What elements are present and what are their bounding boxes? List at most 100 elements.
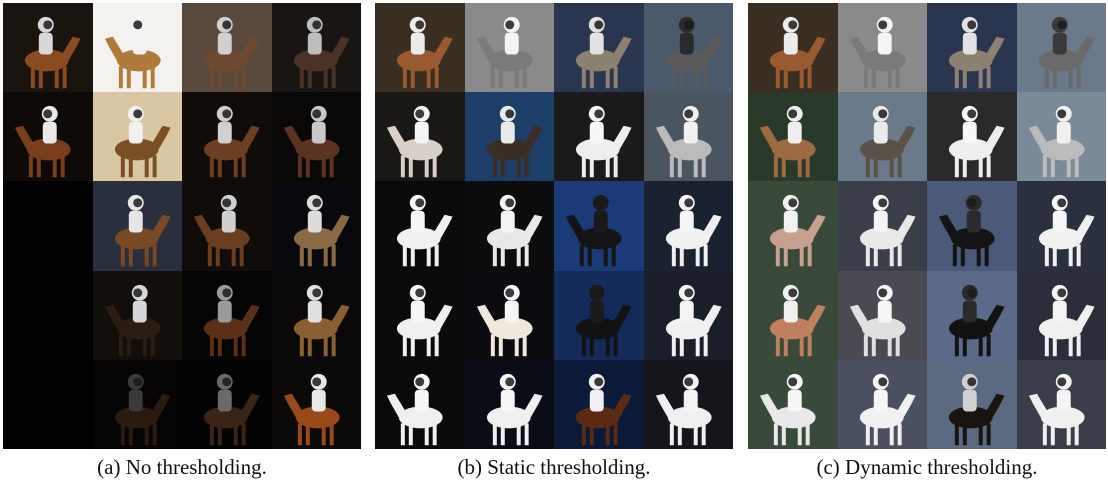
horse-leg [589, 66, 594, 89]
horse-leg [863, 66, 868, 89]
astronaut-torso [683, 121, 698, 144]
horse-leg [426, 66, 431, 89]
horse-leg [241, 66, 246, 89]
horse-head [14, 393, 35, 418]
helmet-visor [1056, 198, 1066, 208]
horse-leg [1052, 244, 1057, 267]
astronaut-riding-horse-image [104, 284, 161, 356]
horse-leg [693, 423, 698, 446]
helmet-visor [415, 20, 425, 30]
helmet-visor [967, 287, 977, 297]
helmet-visor [222, 109, 232, 119]
horse-head [895, 215, 916, 239]
horse-leg [671, 244, 676, 267]
horse-leg [217, 155, 222, 178]
astronaut-riding-horse-image [24, 195, 81, 267]
horse-leg [613, 66, 618, 89]
horse-leg [329, 155, 334, 178]
astronaut-torso [877, 300, 892, 323]
image-thumbnail [643, 181, 733, 271]
horse-leg [703, 66, 708, 89]
astronaut-torso [787, 389, 802, 412]
image-thumbnail [927, 270, 1017, 360]
horse-head [329, 304, 350, 329]
horse-leg [581, 423, 586, 446]
horse-leg [492, 244, 497, 267]
horse-leg [209, 423, 214, 446]
horse-head [239, 304, 260, 329]
horse-leg [424, 423, 429, 446]
horse-leg [299, 66, 304, 89]
helmet-visor [311, 377, 321, 387]
astronaut-riding-horse-image [114, 195, 171, 267]
horse-leg [424, 155, 429, 178]
horse-leg [695, 334, 700, 356]
astronaut-torso [1056, 121, 1071, 144]
image-thumbnail [643, 92, 733, 182]
horse-head [759, 393, 780, 418]
horse-leg [865, 155, 870, 178]
horse-leg [120, 155, 125, 178]
image-thumbnail [748, 270, 838, 360]
horse-leg [126, 66, 131, 89]
horse-leg [400, 155, 405, 178]
horse-leg [954, 155, 959, 178]
helmet-visor [967, 20, 977, 30]
horse-head [522, 393, 543, 418]
image-thumbnail [464, 359, 554, 449]
horse-leg [807, 244, 812, 267]
image-thumbnail [1016, 3, 1106, 93]
astronaut-riding-horse-image [486, 106, 543, 178]
horse-head [329, 36, 350, 61]
horse-head [1028, 393, 1049, 418]
horse-leg [62, 244, 67, 267]
helmet-visor [877, 198, 887, 208]
astronaut-torso [217, 389, 232, 412]
image-thumbnail [271, 92, 361, 182]
astronaut-torso [589, 121, 604, 144]
astronaut-riding-horse-image [293, 195, 350, 267]
image-thumbnail [837, 92, 927, 182]
helmet-visor [594, 287, 604, 297]
horse-leg [954, 66, 959, 89]
helmet-visor [504, 20, 514, 30]
horse-head [938, 215, 959, 239]
astronaut-riding-horse-image [665, 16, 722, 89]
astronaut-torso [410, 32, 425, 55]
horse-head [150, 215, 171, 239]
horse-leg [426, 334, 431, 356]
astronaut-torso [679, 300, 694, 323]
astronaut-torso [500, 211, 515, 233]
helmet-visor [877, 287, 887, 297]
horse-head [432, 304, 453, 329]
astronaut-torso [593, 211, 608, 233]
horse-leg [986, 423, 991, 446]
horse-leg [150, 334, 155, 356]
image-grid-a [3, 3, 361, 449]
helmet-visor [683, 109, 693, 119]
helmet-visor [594, 198, 604, 208]
horse-head [386, 125, 407, 150]
horse-head [849, 304, 870, 329]
horse-leg [331, 66, 336, 89]
horse-leg [581, 155, 586, 178]
horse-leg [323, 66, 328, 89]
image-thumbnail [3, 359, 93, 449]
image-thumbnail [464, 3, 554, 93]
horse-leg [605, 334, 610, 356]
image-thumbnail [1016, 92, 1106, 182]
horse-leg [490, 66, 495, 89]
horse-leg [865, 244, 870, 267]
horse-leg [613, 334, 618, 356]
astronaut-riding-horse-image [948, 106, 1005, 178]
astronaut-torso [589, 32, 604, 55]
astronaut-riding-horse-image [849, 16, 906, 89]
image-thumbnail [375, 181, 465, 271]
astronaut-torso [132, 32, 147, 55]
horse-leg [871, 334, 876, 356]
image-thumbnail [3, 3, 93, 93]
horse-leg [1044, 334, 1049, 356]
astronaut-torso [217, 32, 232, 55]
astronaut-riding-horse-image [386, 106, 443, 178]
horse-head [60, 215, 81, 239]
